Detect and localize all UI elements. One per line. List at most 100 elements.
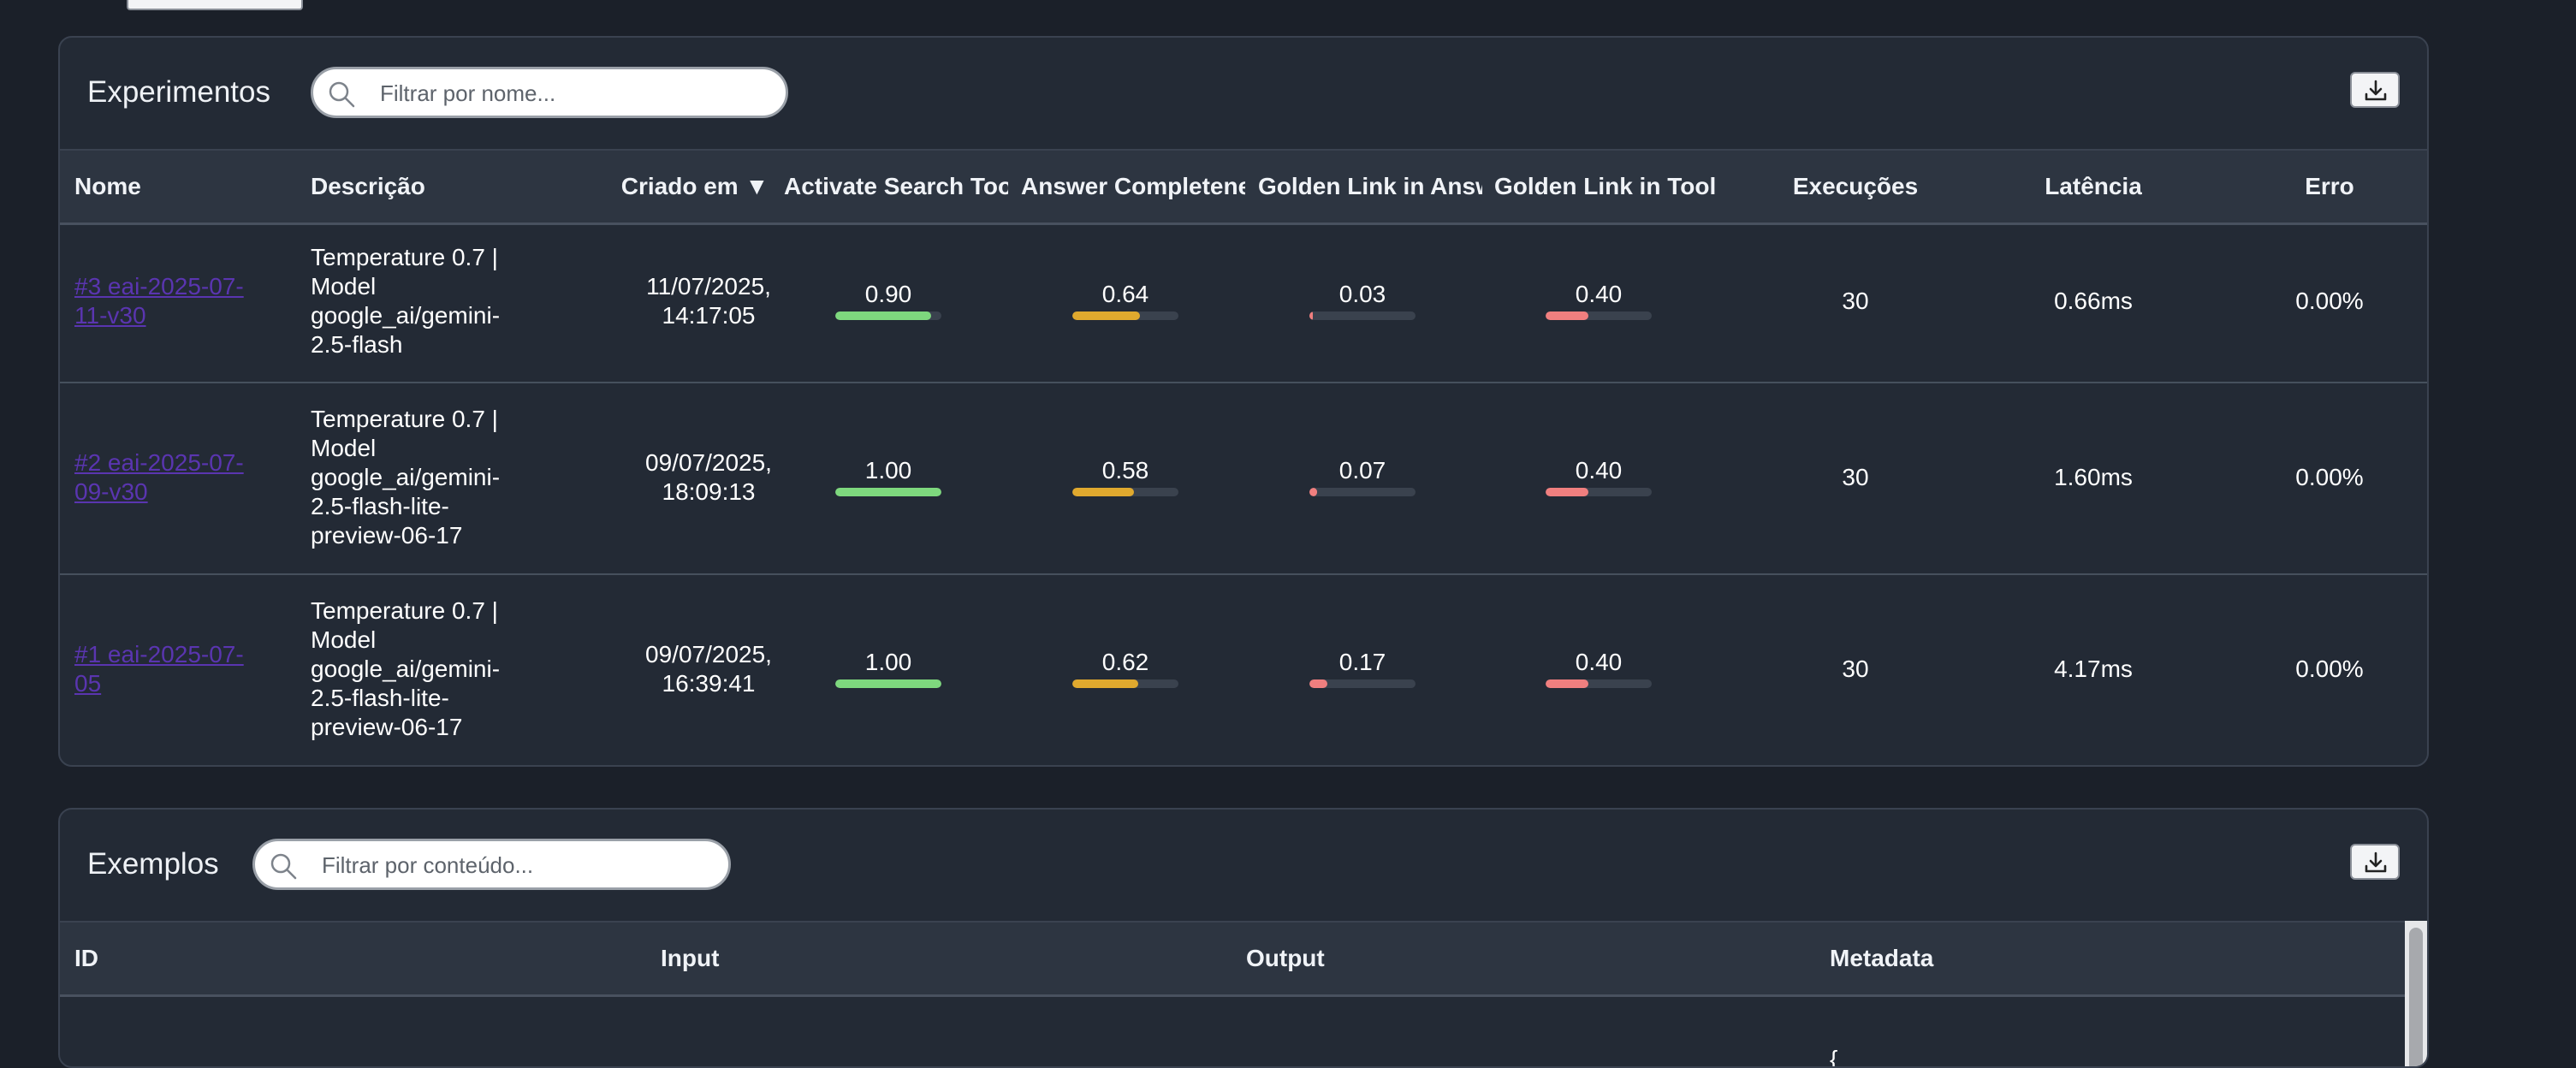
table-row[interactable]: #3 eai-2025-07- 11-v30 Temperature 0.7 | Mo… — [60, 221, 2427, 383]
experiments-panel: Experimentos NomeDescriçãoCriado em ▼Act… — [58, 36, 2429, 767]
column-header-golden-link-in-answer[interactable]: Golden Link in Answer — [1258, 151, 1482, 222]
experiments-table-header: Nome Descrição Criado em ▼ Activate Search … — [60, 149, 2427, 225]
metric-bar — [1546, 488, 1652, 496]
column-header-answer-completeness[interactable]: Answer Completeness — [1021, 151, 1245, 222]
experiment-link-line[interactable]: 09-v30 — [74, 478, 148, 505]
metric-score: 0.17 — [1309, 650, 1416, 688]
metric-value: 0.58 — [1101, 457, 1149, 484]
examples-header: Exemplos — [60, 810, 2427, 921]
column-header-metadata[interactable]: Metadata — [1830, 923, 2343, 994]
description-line: Temperature 0.7 | — [311, 597, 498, 624]
metric-bar-fill — [1546, 488, 1588, 496]
scrollbar-thumb[interactable] — [2409, 928, 2423, 1066]
column-header-golden-link-in-tool-calls[interactable]: Golden Link in Tool Calls — [1494, 151, 1718, 222]
metric-bar-fill — [835, 488, 941, 496]
top-partial-button[interactable] — [127, 0, 303, 10]
executions-count: 30 — [1842, 656, 1869, 682]
metric-score: 0.40 — [1546, 459, 1652, 496]
experiment-link[interactable]: #2 eai-2025-07- 09-v30 — [74, 448, 297, 507]
experiments-download-button[interactable] — [2350, 72, 2400, 108]
experiments-search-input[interactable] — [378, 77, 758, 110]
latency-value: 0.66ms — [2054, 288, 2133, 314]
created-at-line: 14:17:05 — [662, 302, 756, 329]
description-line: Model — [311, 435, 377, 461]
error-rate: 0.00% — [2295, 288, 2364, 314]
experiments-title: Experimentos — [87, 75, 270, 109]
table-row[interactable]: #2 eai-2025-07- 09-v30 Temperature 0.7 | Mo… — [60, 382, 2427, 575]
examples-search[interactable] — [252, 839, 731, 890]
metric-bar — [1072, 679, 1178, 688]
description-line: preview-06-17 — [311, 714, 463, 740]
metric-bar — [835, 679, 941, 688]
table-row[interactable]: #1 eai-2025-07- 05 Temperature 0.7 | Model g… — [60, 573, 2427, 765]
description-line: google_ai/gemini- — [311, 302, 501, 329]
examples-title: Exemplos — [87, 847, 219, 881]
experiment-description: Temperature 0.7 | Model google_ai/gemini- 2… — [311, 405, 567, 550]
latency-value: 1.60ms — [2054, 464, 2133, 490]
description-line: Model — [311, 626, 377, 653]
created-at: 11/07/2025, 14:17:05 — [584, 272, 834, 330]
metric-value: 0.64 — [1101, 281, 1149, 307]
column-header-id[interactable]: ID — [74, 923, 588, 994]
column-header-criado-em[interactable]: Criado em ▼ — [584, 151, 806, 222]
metric-value: 1.00 — [864, 457, 912, 484]
metric-score: 1.00 — [835, 650, 941, 688]
experiment-link[interactable]: #1 eai-2025-07- 05 — [74, 640, 297, 698]
description-line: Temperature 0.7 | — [311, 244, 498, 270]
metric-score: 0.64 — [1072, 282, 1178, 320]
metric-value: 0.90 — [864, 281, 912, 307]
column-header-nome[interactable]: Nome — [74, 151, 297, 222]
experiment-link-line[interactable]: 05 — [74, 670, 101, 697]
metric-bar-fill — [835, 679, 941, 688]
created-at-line: 16:39:41 — [662, 670, 756, 697]
metric-bar — [1309, 488, 1416, 496]
description-line: 2.5-flash — [311, 331, 403, 358]
experiment-link-line[interactable]: #3 eai-2025-07- — [74, 273, 244, 300]
experiment-link-line[interactable]: 11-v30 — [74, 302, 146, 329]
experiment-link-line[interactable]: #1 eai-2025-07- — [74, 641, 244, 668]
search-icon — [329, 81, 355, 108]
metric-bar — [1546, 679, 1652, 688]
metadata-preview: { — [1830, 1046, 1838, 1068]
metric-score: 0.03 — [1309, 282, 1416, 320]
metric-bar-fill — [1309, 488, 1317, 496]
metric-value: 0.40 — [1575, 281, 1623, 307]
description-line: Temperature 0.7 | — [311, 406, 498, 432]
experiment-link-line[interactable]: #2 eai-2025-07- — [74, 449, 244, 476]
metric-score: 0.07 — [1309, 459, 1416, 496]
column-header-output[interactable]: Output — [1246, 923, 1760, 994]
metric-value: 1.00 — [864, 649, 912, 675]
experiment-link[interactable]: #3 eai-2025-07- 11-v30 — [74, 272, 297, 330]
metric-bar-fill — [1072, 679, 1138, 688]
examples-panel: Exemplos ID Input Output Metadata { — [58, 808, 2429, 1068]
metric-bar — [1546, 312, 1652, 320]
description-line: google_ai/gemini- — [311, 464, 501, 490]
description-line: google_ai/gemini- — [311, 656, 501, 682]
executions-count: 30 — [1842, 464, 1869, 490]
experiments-header: Experimentos — [60, 38, 2427, 149]
experiment-description: Temperature 0.7 | Model google_ai/gemini- 2… — [311, 596, 567, 742]
executions-count: 30 — [1842, 288, 1869, 314]
examples-search-input[interactable] — [320, 849, 700, 881]
examples-download-button[interactable] — [2350, 844, 2400, 880]
metric-score: 0.90 — [835, 282, 941, 320]
column-header-latencia[interactable]: Latência — [1974, 151, 2213, 222]
search-icon — [270, 853, 297, 880]
metric-bar — [1072, 488, 1178, 496]
metric-score: 0.40 — [1546, 650, 1652, 688]
created-at: 09/07/2025, 16:39:41 — [584, 640, 834, 698]
column-header-activate-search-tool[interactable]: Activate Search Tool — [784, 151, 1008, 222]
metric-bar-fill — [1072, 312, 1141, 320]
metric-bar-fill — [835, 312, 931, 320]
column-header-input[interactable]: Input — [661, 923, 1174, 994]
examples-scrollbar[interactable] — [2405, 921, 2427, 1066]
created-at-line: 09/07/2025, — [645, 449, 772, 476]
metric-score: 1.00 — [835, 459, 941, 496]
download-icon — [2365, 851, 2387, 873]
description-line: preview-06-17 — [311, 522, 463, 549]
experiments-search[interactable] — [311, 67, 788, 118]
column-header-execucoes[interactable]: Execuções — [1736, 151, 1975, 222]
column-header-erro[interactable]: Erro — [2210, 151, 2427, 222]
column-header-descricao[interactable]: Descrição — [311, 151, 567, 222]
created-at: 09/07/2025, 18:09:13 — [584, 448, 834, 507]
